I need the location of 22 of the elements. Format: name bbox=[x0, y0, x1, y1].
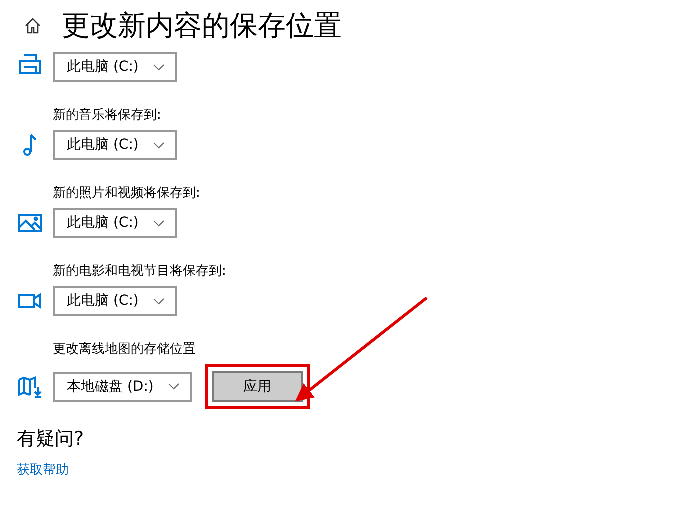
drive-dropdown[interactable]: 此电脑 (C:) bbox=[53, 52, 177, 82]
drive-dropdown[interactable]: 此电脑 (C:) bbox=[53, 286, 177, 316]
help-link[interactable]: 获取帮助 bbox=[17, 461, 69, 479]
chevron-down-icon bbox=[152, 298, 165, 304]
help-heading: 有疑问? bbox=[17, 427, 86, 451]
image-icon bbox=[17, 211, 43, 235]
drive-icon bbox=[17, 51, 43, 75]
location-label: 新的照片和视频将保存到: bbox=[53, 186, 202, 202]
location-label: 新的电影和电视节目将保存到: bbox=[53, 264, 228, 280]
chevron-down-icon bbox=[152, 220, 165, 226]
chevron-down-icon bbox=[152, 64, 165, 70]
map-download-icon bbox=[17, 374, 43, 398]
chevron-down-icon bbox=[152, 142, 165, 148]
drive-dropdown[interactable]: 此电脑 (C:) bbox=[53, 208, 177, 238]
drive-dropdown[interactable]: 此电脑 (C:) bbox=[53, 130, 177, 160]
page-title: 更改新内容的保存位置 bbox=[62, 8, 342, 44]
drive-dropdown[interactable]: 本地磁盘 (D:) bbox=[53, 372, 192, 402]
location-label: 更改离线地图的存储位置 bbox=[53, 342, 197, 358]
apply-button[interactable]: 应用 bbox=[212, 371, 303, 402]
chevron-down-icon bbox=[168, 383, 180, 390]
home-icon bbox=[24, 17, 42, 35]
location-label: 新的音乐将保存到: bbox=[53, 108, 162, 124]
